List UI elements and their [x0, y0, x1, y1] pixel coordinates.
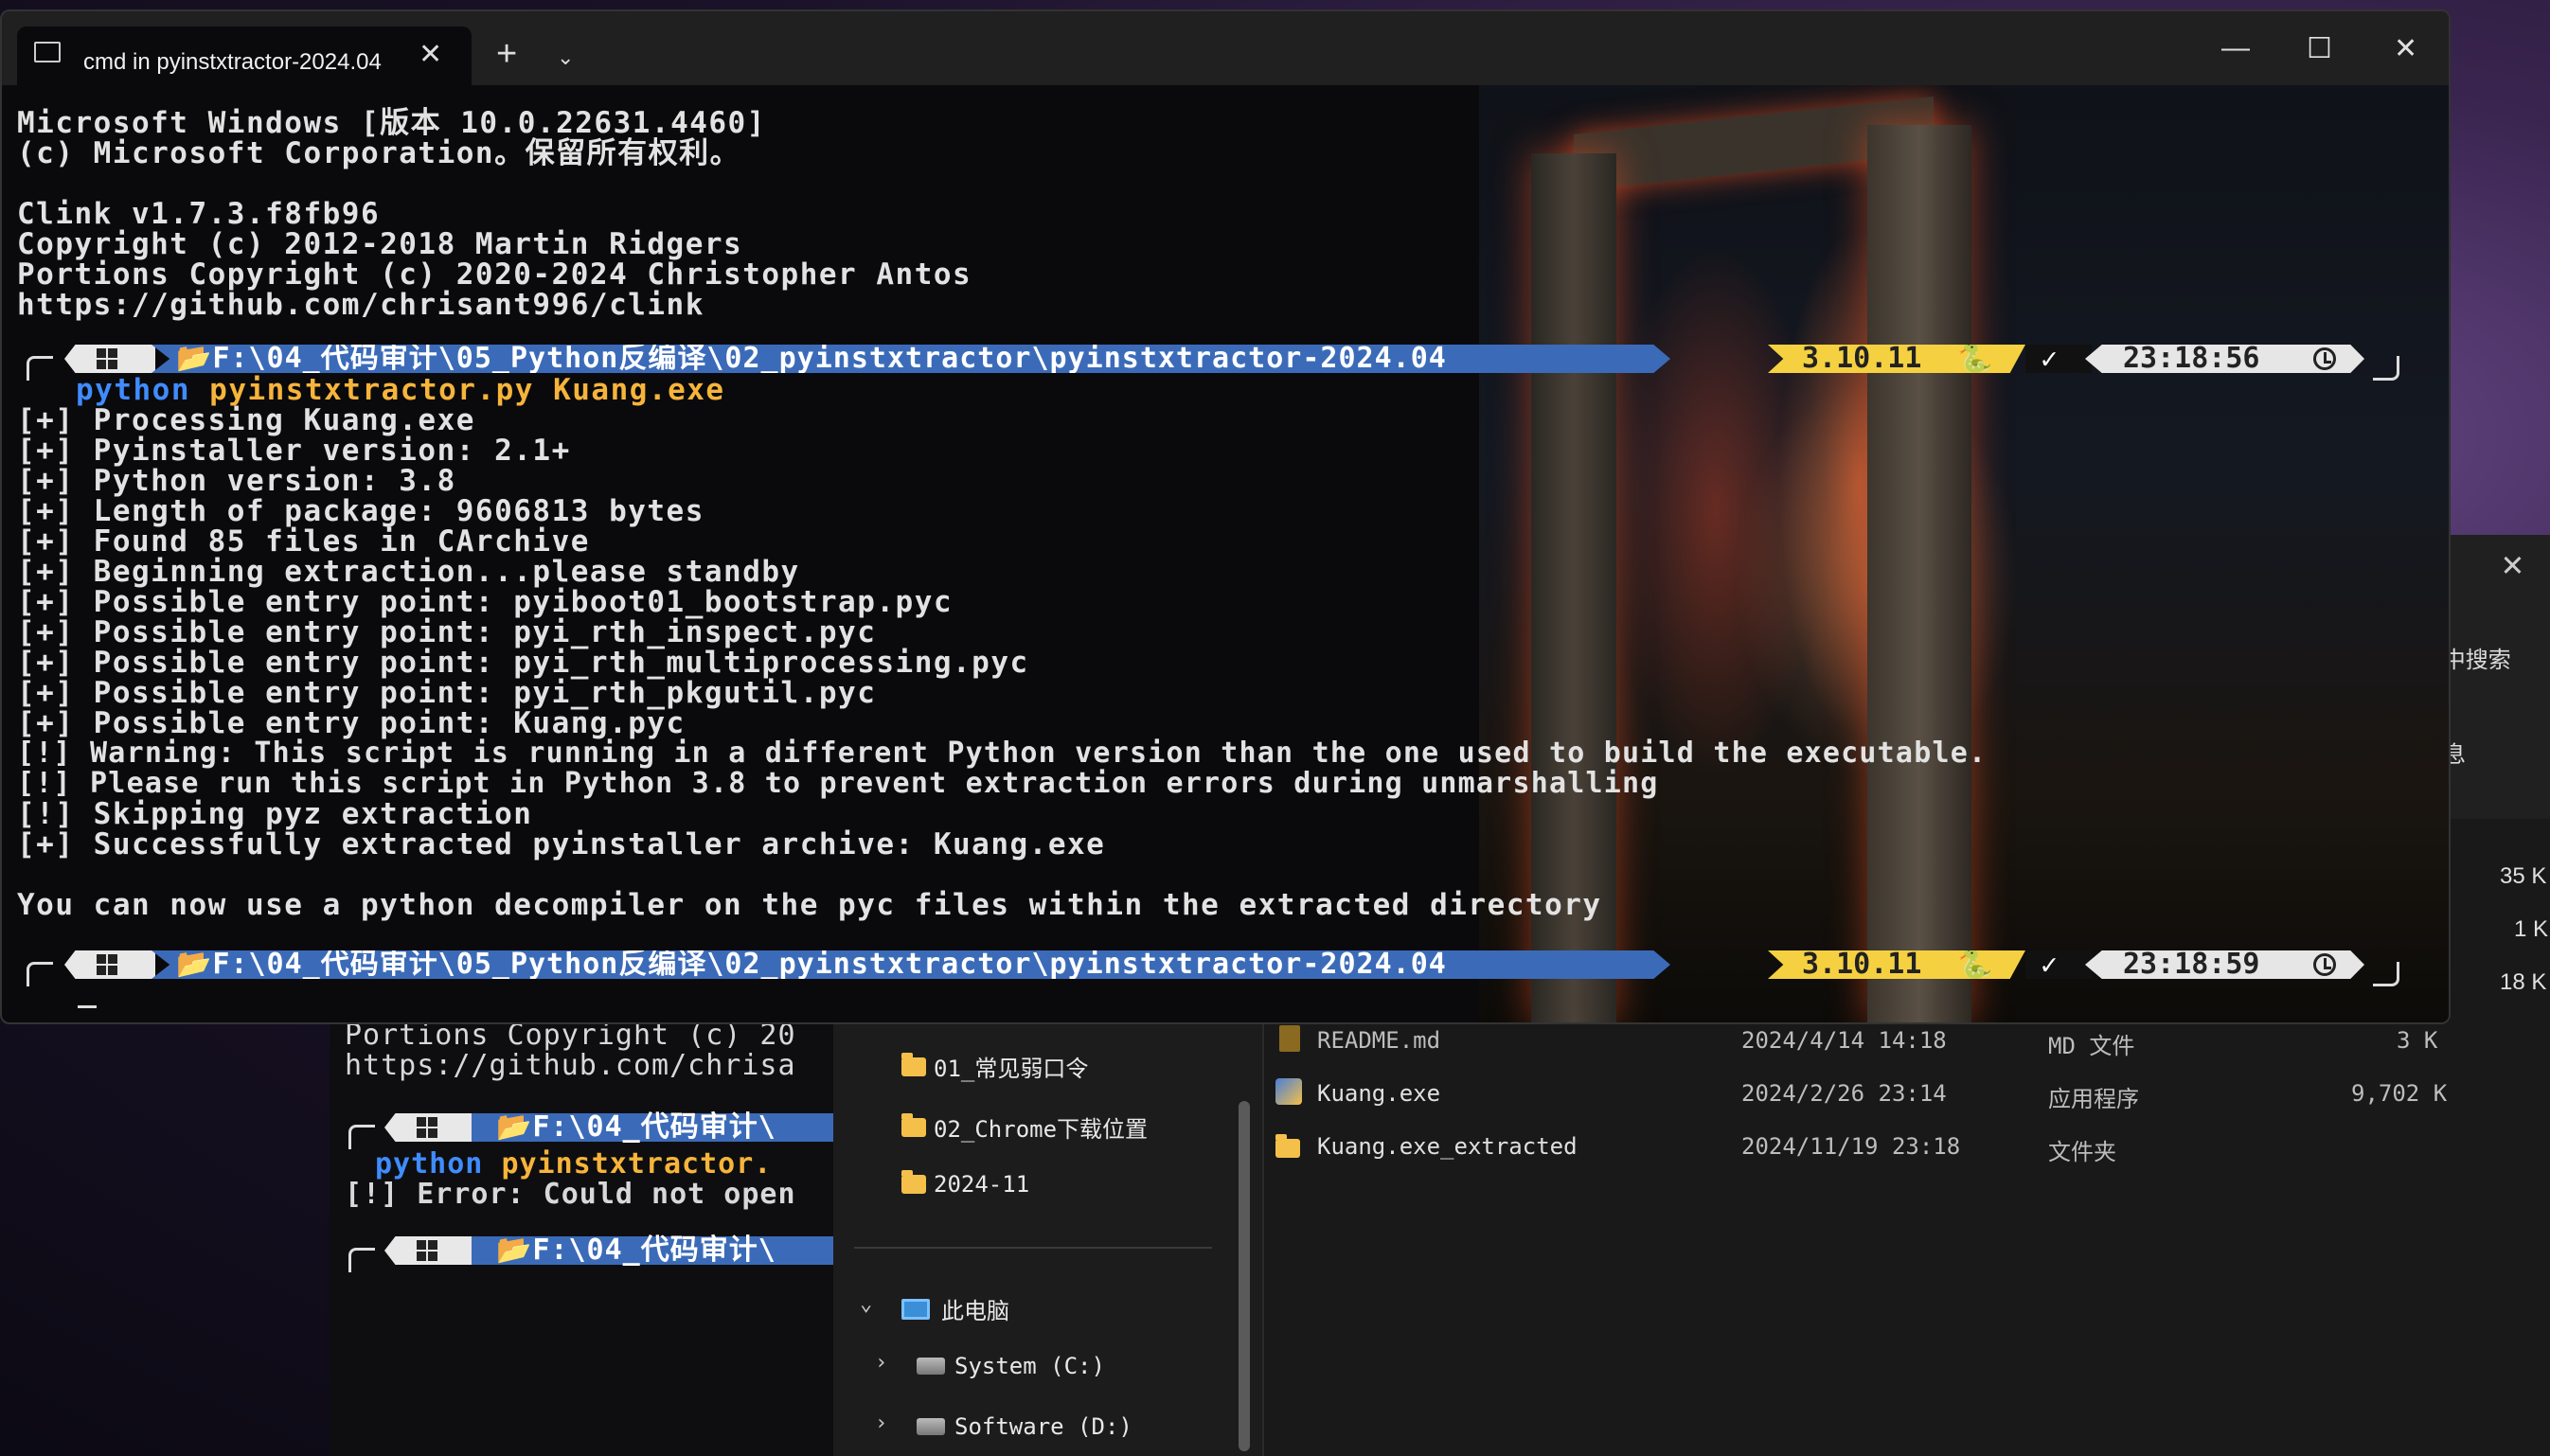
bg-command-python: python	[375, 1147, 484, 1181]
text-cursor	[78, 1005, 97, 1008]
output-line: [+] Processing Kuang.exe	[17, 403, 475, 437]
chevron-down-icon[interactable]: ⌄	[860, 1292, 872, 1316]
output-line: [+] Possible entry point: pyi_rth_multip…	[17, 646, 1029, 680]
python-icon: 🐍	[1957, 948, 1993, 981]
output-line: Clink v1.7.3.f8fb96	[17, 197, 381, 231]
output-line: [+] Beginning extraction...please standb…	[17, 555, 800, 589]
nav-drive-d[interactable]: Software (D:)	[917, 1413, 1132, 1440]
folder-icon	[1275, 1134, 1300, 1158]
terminal-window: cmd in pyinstxtractor-2024.04 ✕ + ⌄ — ☐ …	[0, 9, 2451, 1024]
bg-command-args: pyinstxtractor.	[501, 1147, 773, 1181]
output-line: [!] Please run this script in Python 3.8…	[17, 767, 1659, 800]
close-window-button[interactable]: ✕	[2394, 32, 2417, 65]
python-icon: 🐍	[1957, 342, 1993, 375]
python-version: 3.10.11	[1802, 948, 1922, 981]
markdown-file-icon	[1279, 1025, 1300, 1052]
bg-term-line: https://github.com/chrisa	[345, 1049, 796, 1082]
nav-drive-c[interactable]: System (C:)	[917, 1353, 1105, 1379]
new-tab-button[interactable]: +	[496, 36, 517, 72]
folder-icon	[901, 1112, 926, 1137]
output-line: [+] Possible entry point: pyi_rth_inspec…	[17, 615, 877, 649]
output-line: Copyright (c) 2012-2018 Martin Ridgers	[17, 227, 743, 261]
command-python: python	[76, 373, 190, 407]
output-line: [+] Possible entry point: pyiboot01_boot…	[17, 585, 954, 619]
terminal-icon	[34, 42, 61, 62]
prompt-status-segment: ✓	[2025, 343, 2092, 376]
output-line: [+] Found 85 files in CArchive	[17, 524, 590, 559]
file-size: 18 K	[2500, 969, 2547, 995]
prompt-python-segment: 3.10.11 🐍	[1768, 345, 2025, 373]
prompt-time: 23:18:59	[2123, 948, 2260, 981]
bg-prompt-bar: 📂F:\04_代码审计\	[330, 1111, 836, 1149]
output-line: https://github.com/chrisant996/clink	[17, 288, 704, 322]
checkmark-icon: ✓	[2041, 343, 2059, 376]
output-line: You can now use a python decompiler on t…	[17, 888, 1602, 922]
nav-scrollbar[interactable]	[1239, 1101, 1250, 1451]
prompt-os-segment	[64, 345, 155, 373]
maximize-button[interactable]: ☐	[2307, 32, 2332, 65]
tab-close-button[interactable]: ✕	[419, 38, 442, 71]
prompt-time-segment: 23:18:56	[2085, 345, 2364, 373]
chevron-right-icon[interactable]: ›	[875, 1351, 887, 1375]
output-line: [+] Pyinstaller version: 2.1+	[17, 434, 571, 468]
clock-icon	[2313, 953, 2336, 976]
background-terminal: Portions Copyright (c) 20 https://github…	[330, 1003, 836, 1456]
folder-icon	[901, 1052, 926, 1076]
output-line: Portions Copyright (c) 2020-2024 Christo…	[17, 257, 972, 292]
drive-icon	[917, 1418, 945, 1435]
output-line: (c) Microsoft Corporation。保留所有权利。	[17, 136, 741, 170]
close-icon[interactable]: ✕	[2502, 542, 2523, 584]
prompt-bar: 📂F:\04_代码审计\05_Python反编译\02_pyinstxtract…	[2, 343, 2449, 381]
folder-icon	[901, 1170, 926, 1194]
output-line: [+] Python version: 3.8	[17, 464, 456, 498]
prompt-time-segment: 23:18:59	[2085, 950, 2364, 979]
python-version: 3.10.11	[1802, 342, 1922, 375]
nav-folder-02[interactable]: 02_Chrome下载位置	[901, 1110, 1148, 1144]
output-line: [+] Possible entry point: Kuang.pyc	[17, 706, 686, 740]
nav-folder-2024-11[interactable]: 2024-11	[901, 1170, 1029, 1198]
terminal-tab[interactable]: cmd in pyinstxtractor-2024.04 ✕	[17, 27, 472, 85]
tab-dropdown-button[interactable]: ⌄	[557, 45, 574, 70]
prompt-os-segment	[64, 950, 155, 979]
tab-title: cmd in pyinstxtractor-2024.04	[83, 49, 382, 75]
drive-icon	[917, 1358, 945, 1375]
file-row-extracted-folder[interactable]: Kuang.exe_extracted 2024/11/19 23:18 文件夹	[1264, 1120, 2550, 1173]
output-line: Microsoft Windows [版本 10.0.22631.4460]	[17, 106, 766, 140]
file-size: 1 K	[2514, 916, 2549, 942]
output-line: [+] Successfully extracted pyinstaller a…	[17, 827, 1106, 861]
output-line: [+] Possible entry point: pyi_rth_pkguti…	[17, 676, 877, 710]
nav-divider	[854, 1247, 1212, 1249]
python-exe-icon	[1275, 1078, 1302, 1105]
prompt-status-segment: ✓	[2025, 949, 2092, 982]
prompt-path-segment: 📂F:\04_代码审计\05_Python反编译\02_pyinstxtract…	[152, 345, 1670, 373]
terminal-titlebar: cmd in pyinstxtractor-2024.04 ✕ + ⌄ — ☐ …	[2, 11, 2449, 85]
prompt-python-segment: 3.10.11 🐍	[1768, 950, 2025, 979]
file-size: 35 K	[2500, 863, 2547, 889]
command-line: python pyinstxtractor.py Kuang.exe	[76, 375, 725, 405]
windows-icon	[417, 1240, 437, 1261]
computer-icon	[901, 1298, 930, 1320]
output-line: [!] Warning: This script is running in a…	[17, 737, 1988, 770]
bg-prompt-bar-2: 📂F:\04_代码审计\	[330, 1234, 836, 1272]
output-line: [!] Skipping pyz extraction	[17, 797, 533, 831]
clock-icon	[2313, 347, 2336, 370]
prompt-bar-2: 📂F:\04_代码审计\05_Python反编译\02_pyinstxtract…	[2, 949, 2449, 986]
file-row-kuang-exe[interactable]: Kuang.exe 2024/2/26 23:14 应用程序 9,702 K	[1264, 1067, 2550, 1120]
windows-icon	[97, 954, 117, 975]
bg-error-line: [!] Error: Could not open	[345, 1178, 796, 1211]
prompt-path-segment: 📂F:\04_代码审计\05_Python反编译\02_pyinstxtract…	[152, 950, 1670, 979]
windows-icon	[417, 1117, 437, 1138]
nav-folder-01[interactable]: 01_常见弱口令	[901, 1050, 1088, 1083]
chevron-right-icon[interactable]: ›	[875, 1412, 887, 1435]
checkmark-icon: ✓	[2041, 949, 2059, 982]
terminal-output[interactable]: Microsoft Windows [版本 10.0.22631.4460] (…	[2, 85, 2449, 1022]
minimize-button[interactable]: —	[2221, 32, 2250, 64]
output-line: [+] Length of package: 9606813 bytes	[17, 494, 704, 528]
nav-this-pc[interactable]: 此电脑	[901, 1292, 1009, 1325]
windows-icon	[97, 348, 117, 369]
command-args: pyinstxtractor.py Kuang.exe	[209, 373, 725, 407]
prompt-time: 23:18:56	[2123, 342, 2260, 375]
